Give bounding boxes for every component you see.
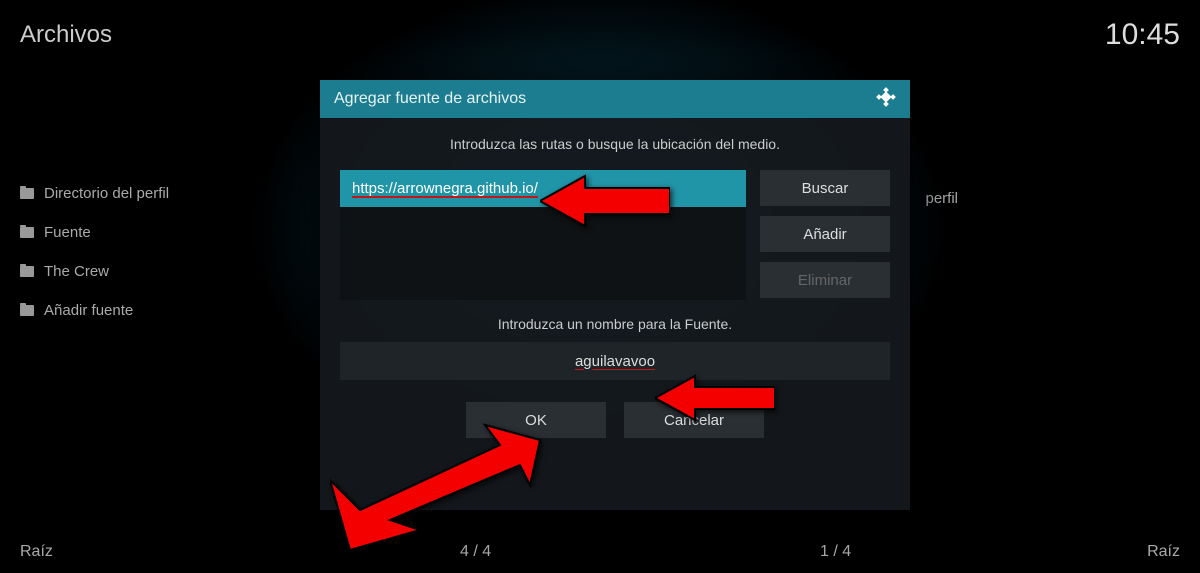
page-title: Archivos <box>20 21 112 49</box>
name-prompt: Introduzca un nombre para la Fuente. <box>340 316 890 332</box>
footer-counter: 1 / 4 <box>820 543 851 561</box>
list-item[interactable]: The Crew <box>20 263 169 280</box>
footer-right-label: Raíz <box>1147 543 1180 561</box>
list-item-label: The Crew <box>44 263 109 280</box>
list-item[interactable]: Añadir fuente <box>20 302 169 319</box>
list-item-label: perfil <box>925 190 958 207</box>
folder-icon <box>20 188 34 199</box>
dialog-header: Agregar fuente de archivos <box>320 80 910 118</box>
list-item-label: Directorio del perfil <box>44 185 169 202</box>
side-button-column: Buscar Añadir Eliminar <box>760 170 890 300</box>
source-name-input[interactable] <box>340 342 890 380</box>
file-list-right-fragment: perfil <box>925 190 958 207</box>
browse-button[interactable]: Buscar <box>760 170 890 206</box>
folder-icon <box>20 227 34 238</box>
folder-icon <box>20 266 34 277</box>
list-item[interactable]: Fuente <box>20 224 169 241</box>
annotation-arrow-icon <box>330 420 550 555</box>
dialog-title: Agregar fuente de archivos <box>334 90 526 108</box>
add-button[interactable]: Añadir <box>760 216 890 252</box>
list-item-label: Añadir fuente <box>44 302 133 319</box>
file-list-left: Directorio del perfil Fuente The Crew Añ… <box>20 185 169 341</box>
list-item[interactable]: Directorio del perfil <box>20 185 169 202</box>
path-prompt: Introduzca las rutas o busque la ubicaci… <box>340 136 890 152</box>
clock: 10:45 <box>1105 18 1180 52</box>
list-item-label: Fuente <box>44 224 91 241</box>
header-bar: Archivos 10:45 <box>20 18 1180 52</box>
kodi-logo-icon <box>876 87 896 112</box>
footer-bar: Raíz 4 / 4 1 / 4 Raíz <box>20 543 1180 561</box>
footer-left-label: Raíz <box>20 543 53 561</box>
folder-icon <box>20 305 34 316</box>
annotation-arrow-icon <box>540 168 670 239</box>
remove-button: Eliminar <box>760 262 890 298</box>
annotation-arrow-icon <box>655 370 775 431</box>
